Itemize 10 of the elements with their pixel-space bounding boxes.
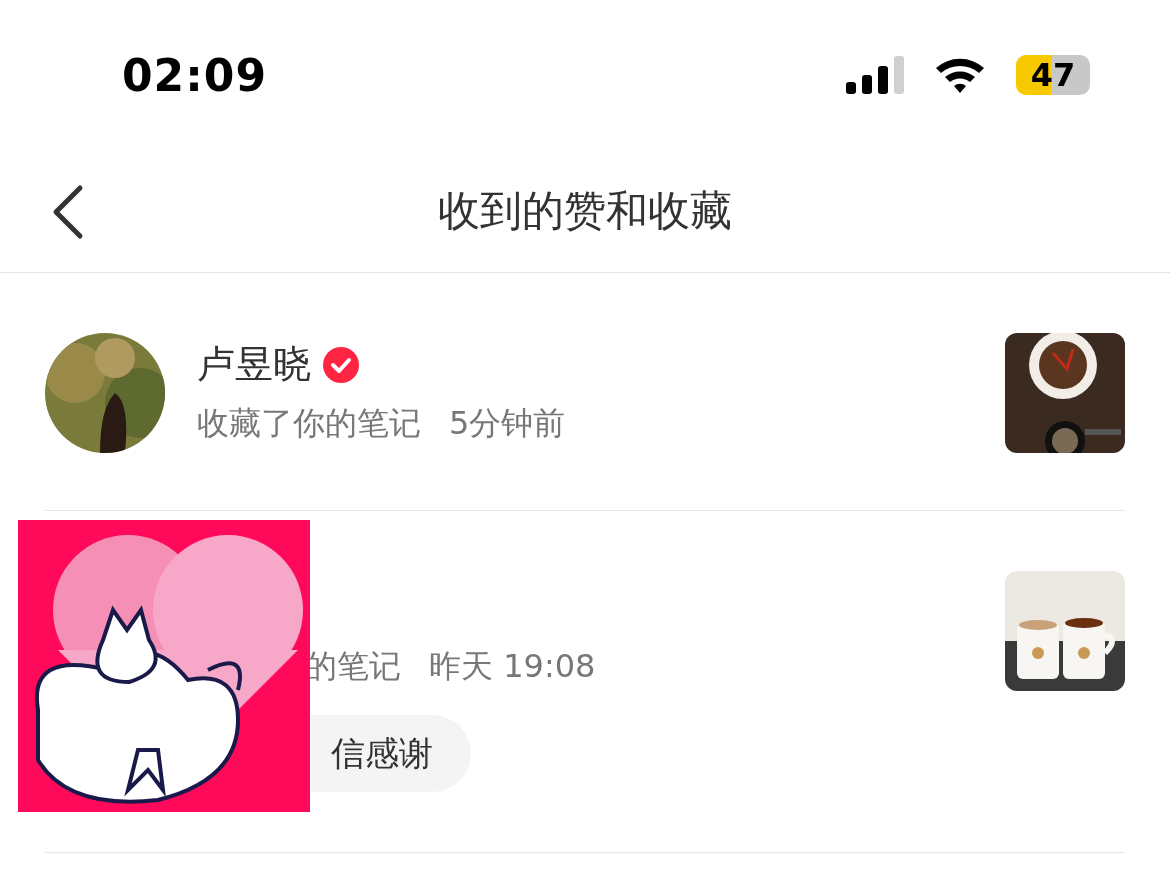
thank-message-button[interactable]: 信感谢 xyxy=(311,715,471,792)
user-name[interactable]: 卢昱晓 xyxy=(197,339,311,390)
status-time: 02:09 xyxy=(122,49,268,101)
page-title: 收到的赞和收藏 xyxy=(438,185,732,237)
notification-time: 5分钟前 xyxy=(449,403,566,444)
signal-icon xyxy=(846,56,904,94)
notification-time: 昨天 19:08 xyxy=(429,646,596,687)
verified-icon xyxy=(323,346,359,383)
notification-action: 收藏了你的笔记 xyxy=(197,403,421,444)
wifi-icon xyxy=(934,56,986,94)
